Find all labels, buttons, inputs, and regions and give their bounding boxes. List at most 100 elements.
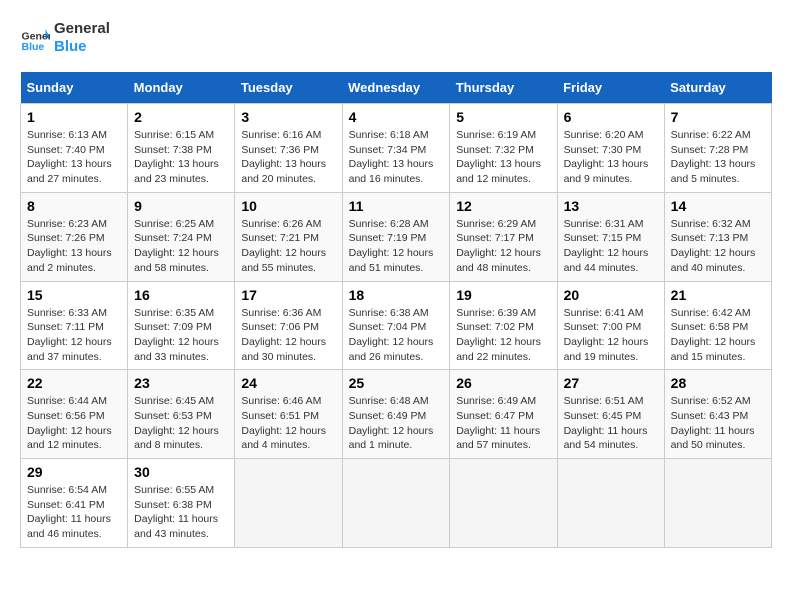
day-number: 27 (564, 375, 658, 391)
calendar-cell: 24Sunrise: 6:46 AM Sunset: 6:51 PM Dayli… (235, 370, 342, 459)
col-header-friday: Friday (557, 72, 664, 104)
calendar-cell: 19 Sunrise: 6:39 AM Sunset: 7:02 PM Dayli… (450, 281, 557, 370)
day-info: Sunrise: 6:18 AM Sunset: 7:34 PM Dayligh… (349, 128, 444, 187)
calendar-cell: 27 Sunrise: 6:51 AM Sunset: 6:45 PM Dayli… (557, 370, 664, 459)
week-row-5: 29 Sunrise: 6:54 AM Sunset: 6:41 PM Dayli… (21, 459, 772, 548)
day-info: Sunrise: 6:15 AM Sunset: 7:38 PM Dayligh… (134, 128, 228, 187)
day-info: Sunrise: 6:52 AM Sunset: 6:43 PM Dayligh… (671, 394, 765, 453)
calendar-cell: 30Sunrise: 6:55 AM Sunset: 6:38 PM Dayli… (128, 459, 235, 548)
calendar-cell: 14Sunrise: 6:32 AM Sunset: 7:13 PM Dayli… (664, 192, 771, 281)
day-info: Sunrise: 6:41 AM Sunset: 7:00 PM Dayligh… (564, 306, 658, 365)
day-info: Sunrise: 6:29 AM Sunset: 7:17 PM Dayligh… (456, 217, 550, 276)
calendar-cell: 10 Sunrise: 6:26 AM Sunset: 7:21 PM Dayli… (235, 192, 342, 281)
logo: General Blue General Blue (20, 20, 110, 56)
calendar-cell (342, 459, 450, 548)
calendar-cell: 17 Sunrise: 6:36 AM Sunset: 7:06 PM Dayli… (235, 281, 342, 370)
week-row-2: 8 Sunrise: 6:23 AM Sunset: 7:26 PM Daylig… (21, 192, 772, 281)
day-info: Sunrise: 6:28 AM Sunset: 7:19 PM Dayligh… (349, 217, 444, 276)
day-number: 9 (134, 198, 228, 214)
calendar-cell: 16 Sunrise: 6:35 AM Sunset: 7:09 PM Dayli… (128, 281, 235, 370)
col-header-wednesday: Wednesday (342, 72, 450, 104)
calendar-cell: 7 Sunrise: 6:22 AM Sunset: 7:28 PM Daylig… (664, 104, 771, 193)
day-number: 10 (241, 198, 335, 214)
calendar-cell (450, 459, 557, 548)
day-info: Sunrise: 6:32 AM Sunset: 7:13 PM Dayligh… (671, 217, 765, 276)
day-number: 11 (349, 198, 444, 214)
day-info: Sunrise: 6:54 AM Sunset: 6:41 PM Dayligh… (27, 483, 121, 542)
day-number: 16 (134, 287, 228, 303)
day-info: Sunrise: 6:25 AM Sunset: 7:24 PM Dayligh… (134, 217, 228, 276)
day-number: 18 (349, 287, 444, 303)
calendar-cell (235, 459, 342, 548)
day-info: Sunrise: 6:35 AM Sunset: 7:09 PM Dayligh… (134, 306, 228, 365)
day-info: Sunrise: 6:13 AM Sunset: 7:40 PM Dayligh… (27, 128, 121, 187)
day-info: Sunrise: 6:48 AM Sunset: 6:49 PM Dayligh… (349, 394, 444, 453)
calendar-cell: 21 Sunrise: 6:42 AM Sunset: 6:58 PM Dayli… (664, 281, 771, 370)
calendar-cell: 5 Sunrise: 6:19 AM Sunset: 7:32 PM Daylig… (450, 104, 557, 193)
day-number: 6 (564, 109, 658, 125)
day-number: 12 (456, 198, 550, 214)
day-number: 5 (456, 109, 550, 125)
day-info: Sunrise: 6:19 AM Sunset: 7:32 PM Dayligh… (456, 128, 550, 187)
day-info: Sunrise: 6:26 AM Sunset: 7:21 PM Dayligh… (241, 217, 335, 276)
day-info: Sunrise: 6:36 AM Sunset: 7:06 PM Dayligh… (241, 306, 335, 365)
col-header-monday: Monday (128, 72, 235, 104)
day-number: 17 (241, 287, 335, 303)
col-header-thursday: Thursday (450, 72, 557, 104)
day-info: Sunrise: 6:44 AM Sunset: 6:56 PM Dayligh… (27, 394, 121, 453)
day-number: 3 (241, 109, 335, 125)
calendar-cell: 1 Sunrise: 6:13 AM Sunset: 7:40 PM Daylig… (21, 104, 128, 193)
day-info: Sunrise: 6:51 AM Sunset: 6:45 PM Dayligh… (564, 394, 658, 453)
calendar-cell: 11 Sunrise: 6:28 AM Sunset: 7:19 PM Dayli… (342, 192, 450, 281)
col-header-sunday: Sunday (21, 72, 128, 104)
day-number: 26 (456, 375, 550, 391)
day-number: 13 (564, 198, 658, 214)
calendar-cell: 9 Sunrise: 6:25 AM Sunset: 7:24 PM Daylig… (128, 192, 235, 281)
day-info: Sunrise: 6:23 AM Sunset: 7:26 PM Dayligh… (27, 217, 121, 276)
day-number: 2 (134, 109, 228, 125)
calendar-cell: 4 Sunrise: 6:18 AM Sunset: 7:34 PM Daylig… (342, 104, 450, 193)
col-header-tuesday: Tuesday (235, 72, 342, 104)
day-info: Sunrise: 6:22 AM Sunset: 7:28 PM Dayligh… (671, 128, 765, 187)
week-row-3: 15 Sunrise: 6:33 AM Sunset: 7:11 PM Dayli… (21, 281, 772, 370)
calendar-cell (557, 459, 664, 548)
calendar-cell: 3 Sunrise: 6:16 AM Sunset: 7:36 PM Daylig… (235, 104, 342, 193)
day-number: 22 (27, 375, 121, 391)
day-info: Sunrise: 6:55 AM Sunset: 6:38 PM Dayligh… (134, 483, 228, 542)
day-number: 1 (27, 109, 121, 125)
day-number: 4 (349, 109, 444, 125)
day-info: Sunrise: 6:16 AM Sunset: 7:36 PM Dayligh… (241, 128, 335, 187)
col-header-saturday: Saturday (664, 72, 771, 104)
week-row-1: 1 Sunrise: 6:13 AM Sunset: 7:40 PM Daylig… (21, 104, 772, 193)
calendar-cell: 29 Sunrise: 6:54 AM Sunset: 6:41 PM Dayli… (21, 459, 128, 548)
day-number: 8 (27, 198, 121, 214)
day-info: Sunrise: 6:42 AM Sunset: 6:58 PM Dayligh… (671, 306, 765, 365)
day-number: 25 (349, 375, 444, 391)
day-number: 21 (671, 287, 765, 303)
day-info: Sunrise: 6:33 AM Sunset: 7:11 PM Dayligh… (27, 306, 121, 365)
day-number: 23 (134, 375, 228, 391)
day-info: Sunrise: 6:49 AM Sunset: 6:47 PM Dayligh… (456, 394, 550, 453)
page-header: General Blue General Blue (20, 20, 772, 56)
day-info: Sunrise: 6:46 AM Sunset: 6:51 PM Dayligh… (241, 394, 335, 453)
calendar-cell: 15 Sunrise: 6:33 AM Sunset: 7:11 PM Dayli… (21, 281, 128, 370)
day-info: Sunrise: 6:38 AM Sunset: 7:04 PM Dayligh… (349, 306, 444, 365)
calendar-cell: 6Sunrise: 6:20 AM Sunset: 7:30 PM Daylig… (557, 104, 664, 193)
calendar-cell (664, 459, 771, 548)
svg-text:Blue: Blue (22, 41, 45, 53)
calendar-cell: 20Sunrise: 6:41 AM Sunset: 7:00 PM Dayli… (557, 281, 664, 370)
day-info: Sunrise: 6:39 AM Sunset: 7:02 PM Dayligh… (456, 306, 550, 365)
calendar-cell: 25 Sunrise: 6:48 AM Sunset: 6:49 PM Dayli… (342, 370, 450, 459)
day-number: 7 (671, 109, 765, 125)
calendar-cell: 2 Sunrise: 6:15 AM Sunset: 7:38 PM Daylig… (128, 104, 235, 193)
day-info: Sunrise: 6:45 AM Sunset: 6:53 PM Dayligh… (134, 394, 228, 453)
header-row: SundayMondayTuesdayWednesdayThursdayFrid… (21, 72, 772, 104)
calendar-cell: 18 Sunrise: 6:38 AM Sunset: 7:04 PM Dayli… (342, 281, 450, 370)
logo-icon: General Blue (20, 23, 50, 53)
day-number: 19 (456, 287, 550, 303)
day-info: Sunrise: 6:31 AM Sunset: 7:15 PM Dayligh… (564, 217, 658, 276)
day-number: 15 (27, 287, 121, 303)
day-number: 29 (27, 464, 121, 480)
calendar-cell: 26 Sunrise: 6:49 AM Sunset: 6:47 PM Dayli… (450, 370, 557, 459)
calendar-table: SundayMondayTuesdayWednesdayThursdayFrid… (20, 72, 772, 548)
